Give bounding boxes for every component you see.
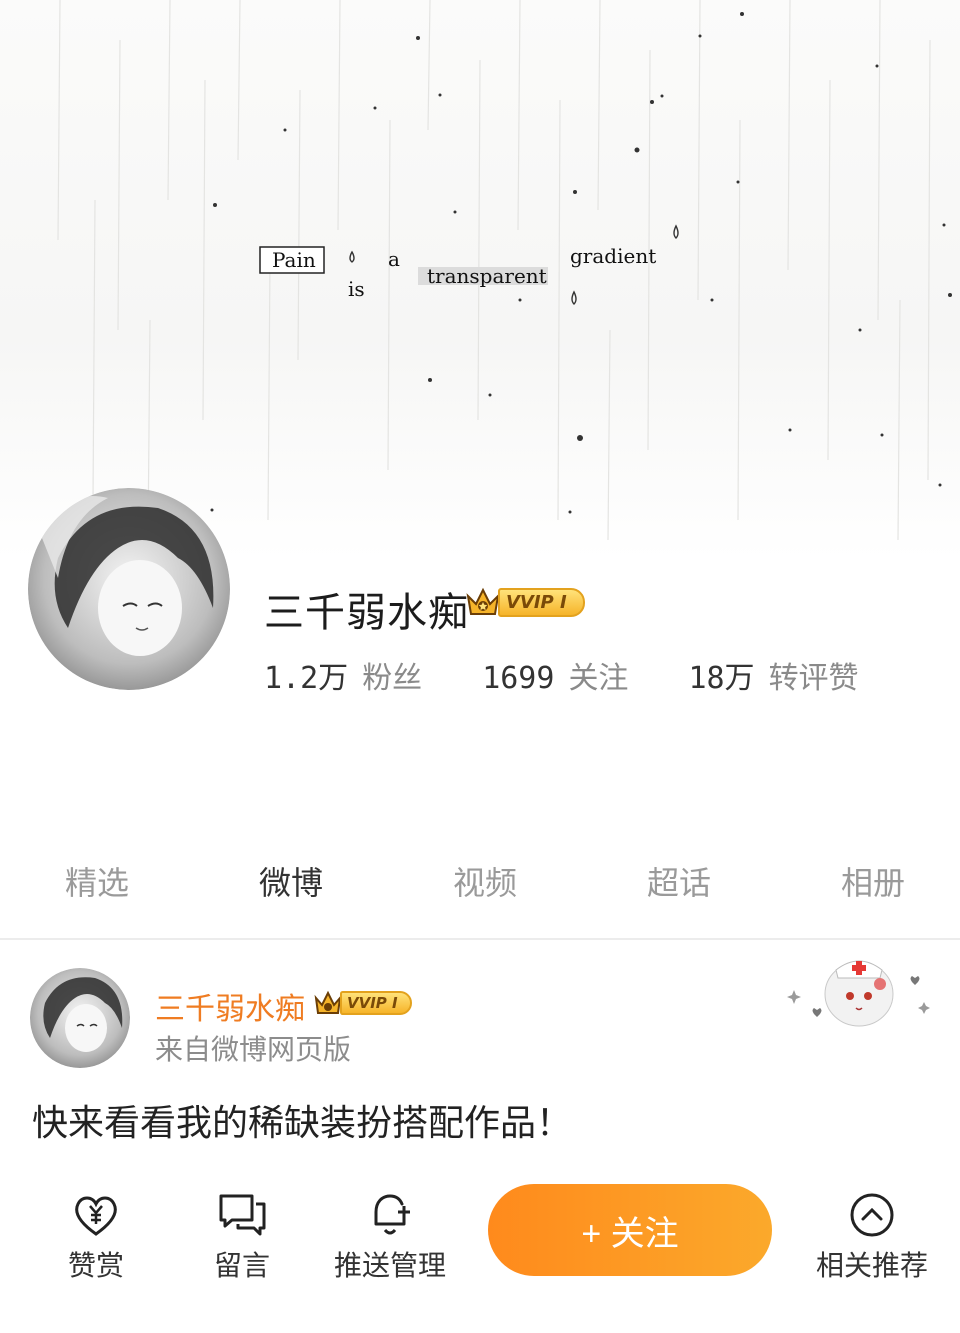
stat-following[interactable]: 1699 关注 bbox=[482, 653, 628, 697]
profile-avatar[interactable] bbox=[28, 488, 230, 690]
message-label: 留言 bbox=[214, 1249, 271, 1282]
rain-texture: Pain is a transparent gradient bbox=[57, 0, 952, 541]
bottom-action-bar: 赞赏 留言 推送管理 + 关注 相关推荐 bbox=[0, 1176, 960, 1296]
related-recommend-button[interactable]: 相关推荐 bbox=[816, 1190, 928, 1284]
follow-button[interactable]: + 关注 bbox=[488, 1184, 772, 1276]
tab-weibo[interactable]: 微博 bbox=[259, 858, 323, 916]
stat-interactions[interactable]: 18万 转评赞 bbox=[688, 653, 858, 697]
stat-value: 18万 bbox=[688, 661, 755, 696]
heart-yuan-icon bbox=[75, 1196, 117, 1236]
avatar-image bbox=[28, 488, 230, 690]
stat-value: 1.2万 bbox=[264, 661, 349, 696]
profile-banner: Pain is a transparent gradient bbox=[0, 0, 960, 560]
stat-followers[interactable]: 1.2万 粉丝 bbox=[264, 653, 422, 697]
post-source: 来自微博网页版 bbox=[155, 1033, 352, 1066]
crown-icon bbox=[314, 990, 342, 1014]
bell-plus-icon bbox=[374, 1194, 410, 1235]
reward-label: 赞赏 bbox=[68, 1249, 125, 1282]
stat-label: 转评赞 bbox=[768, 661, 859, 696]
profile-tabs: 精选 微博 视频 超话 相册 bbox=[0, 858, 960, 916]
chat-bubble-icon bbox=[219, 1194, 266, 1236]
push-settings-button[interactable]: 推送管理 bbox=[334, 1190, 446, 1284]
tabs-divider bbox=[0, 938, 960, 940]
banner-word-gradient: gradient bbox=[570, 244, 656, 268]
message-button[interactable]: 留言 bbox=[214, 1190, 270, 1284]
post-vip-badge[interactable]: VVIP I bbox=[314, 990, 412, 1016]
related-recommend-label: 相关推荐 bbox=[816, 1249, 929, 1282]
banner-word-is: is bbox=[348, 277, 365, 301]
stat-value: 1699 bbox=[482, 661, 555, 696]
tab-album[interactable]: 相册 bbox=[841, 858, 905, 916]
post-author-name[interactable]: 三千弱水痴 bbox=[155, 984, 305, 1028]
profile-vip-badge[interactable]: VVIP I bbox=[466, 586, 585, 618]
tab-featured[interactable]: 精选 bbox=[65, 858, 129, 916]
crown-icon bbox=[466, 587, 500, 615]
vip-label: VVIP I bbox=[498, 587, 585, 617]
chevron-up-circle-icon bbox=[850, 1193, 894, 1237]
banner-word-transparent: transparent bbox=[427, 264, 547, 288]
stat-label: 粉丝 bbox=[362, 661, 423, 696]
push-settings-label: 推送管理 bbox=[334, 1249, 447, 1282]
banner-word-a: a bbox=[388, 247, 400, 271]
post-content[interactable]: 快来看看我的稀缺装扮搭配作品！ bbox=[32, 1094, 572, 1146]
post-author-avatar[interactable] bbox=[30, 968, 130, 1068]
tab-supertopic[interactable]: 超话 bbox=[647, 858, 711, 916]
nurse-sticker-icon bbox=[787, 960, 930, 1027]
vip-label: VVIP I bbox=[340, 991, 412, 1015]
profile-name: 三千弱水痴 bbox=[264, 590, 469, 636]
profile-stats: 1.2万 粉丝 1699 关注 18万 转评赞 bbox=[264, 653, 859, 697]
banner-word-pain: Pain bbox=[272, 248, 316, 272]
stat-label: 关注 bbox=[568, 661, 629, 696]
avatar-image bbox=[30, 968, 130, 1068]
tab-video[interactable]: 视频 bbox=[453, 858, 517, 916]
reward-button[interactable]: 赞赏 bbox=[68, 1190, 124, 1284]
